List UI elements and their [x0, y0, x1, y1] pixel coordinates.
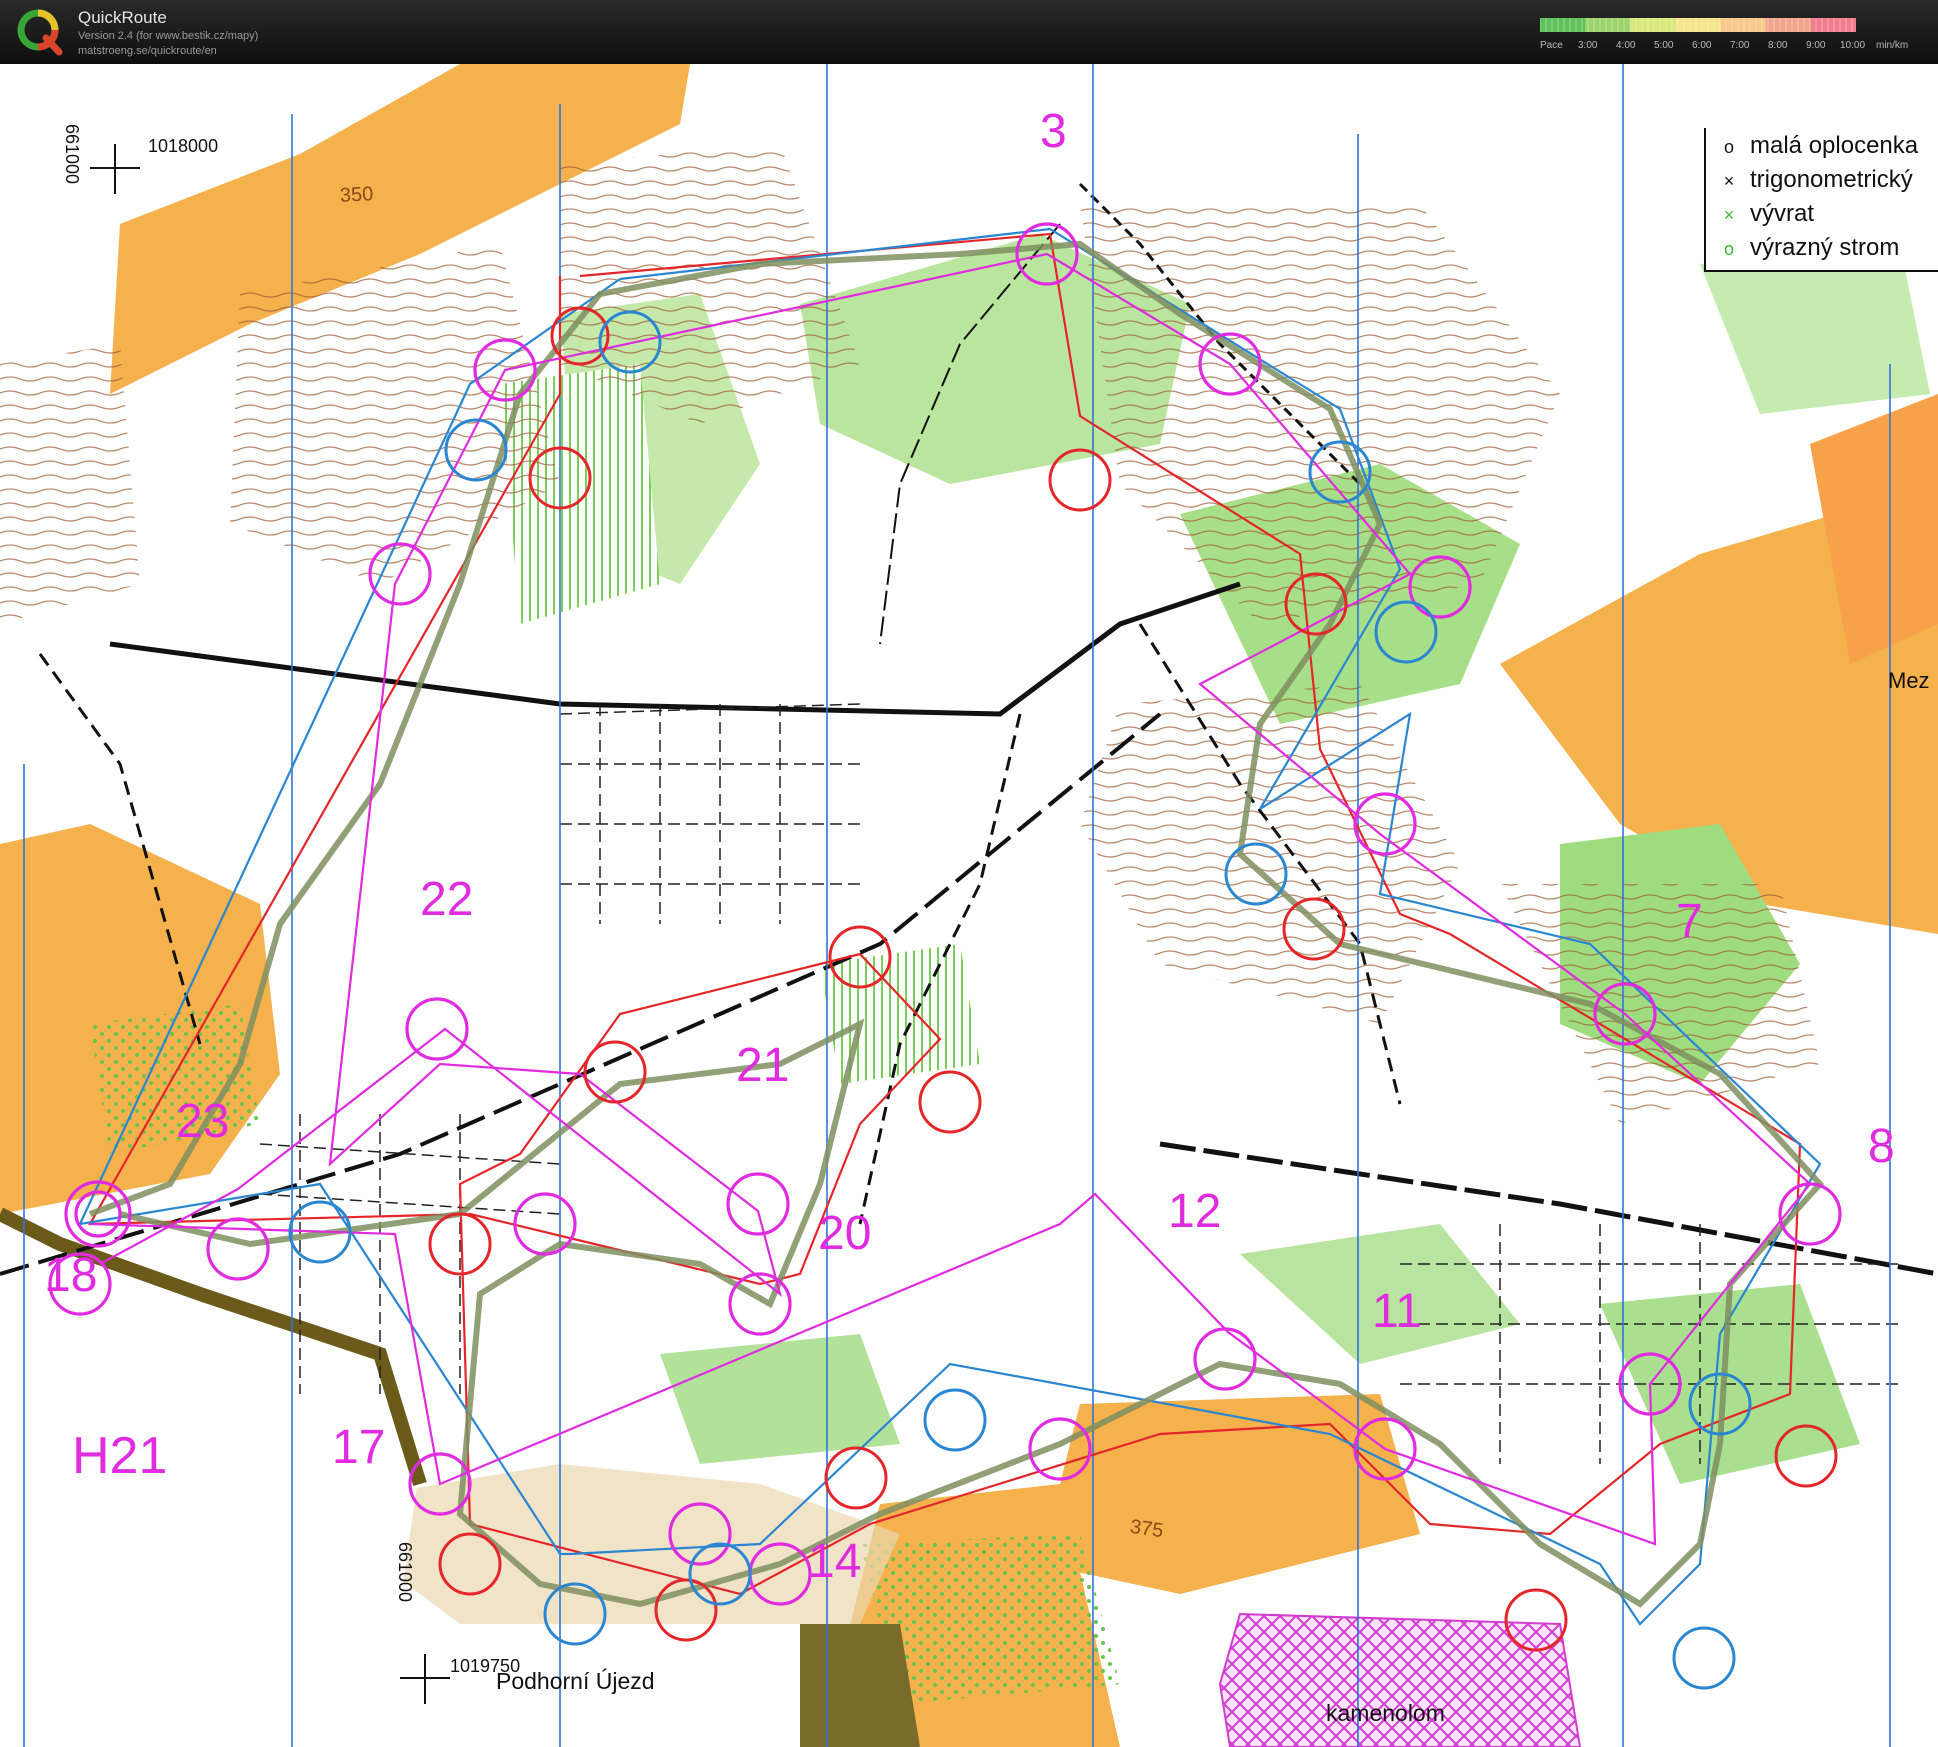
title-bar: QuickRoute Version 2.4 (for www.bestik.c… [0, 0, 1938, 64]
control-number: 23 [176, 1095, 230, 1148]
app-name: QuickRoute [78, 8, 167, 27]
app-url: matstroeng.se/quickroute/en [78, 45, 217, 57]
pace-tick: 6:00 [1692, 40, 1712, 51]
contour-label-375: 375 [1128, 1515, 1165, 1543]
legend-item: × trigonometrický [1718, 166, 1913, 196]
map-graphics [0, 64, 1938, 1747]
pace-tick: 9:00 [1806, 40, 1826, 51]
orienteering-map[interactable]: H21 Podhorní Újezd kamenolom Mez 350 375… [0, 64, 1938, 1747]
control-number: 18 [44, 1249, 98, 1302]
quickroute-window: QuickRoute Version 2.4 (for www.bestik.c… [0, 0, 1938, 1747]
pace-tick: 3:00 [1578, 40, 1598, 51]
control-number: 3 [1040, 105, 1067, 158]
control-number: 17 [332, 1421, 386, 1474]
coordinate-label: 1018000 [148, 136, 219, 156]
course-name: H21 [72, 1427, 168, 1485]
pace-tick: 10:00 [1840, 40, 1866, 51]
distinct-tree-icon: o [1723, 239, 1734, 259]
small-enclosure-icon: o [1723, 137, 1734, 157]
control-number: 11 [1372, 1285, 1422, 1338]
control-number: 21 [736, 1039, 790, 1092]
pace-label: Pace [1540, 40, 1563, 51]
coordinate-label: 1019750 [450, 1656, 521, 1676]
legend-item: × vývrat [1718, 200, 1814, 230]
place-name-mez: Mez [1888, 668, 1930, 693]
pace-tick: 5:00 [1654, 40, 1674, 51]
coordinate-label: 661000 [62, 124, 82, 185]
control-number: 12 [1168, 1185, 1222, 1238]
map-legend: o malá oplocenka × trigonometrický × vývrat… [1704, 128, 1938, 272]
coordinate-label: 661000 [395, 1542, 415, 1603]
trig-point-icon: × [1723, 171, 1735, 191]
pace-color-segment [1720, 18, 1767, 32]
contour-label-350: 350 [339, 183, 374, 207]
control-number: 7 [1676, 895, 1703, 948]
legend-item: o malá oplocenka [1718, 132, 1918, 162]
pace-color-segment [1540, 18, 1586, 32]
pace-color-segment [1810, 18, 1856, 32]
pace-unit: min/km [1876, 40, 1909, 51]
pace-tick: 7:00 [1730, 40, 1750, 51]
control-number: 20 [818, 1207, 872, 1260]
quickroute-logo-icon [17, 9, 63, 56]
control-number: 8 [1868, 1120, 1895, 1173]
legend-item: o výrazný strom [1718, 234, 1899, 264]
control-number: 14 [808, 1535, 862, 1588]
pace-color-segment [1765, 18, 1812, 32]
pace-color-segment [1630, 18, 1676, 32]
pace-tick: 4:00 [1616, 40, 1636, 51]
pace-color-scale [1540, 18, 1856, 32]
control-number: 22 [420, 873, 474, 926]
quarry-area [1218, 1612, 1582, 1747]
pace-tick: 8:00 [1768, 40, 1788, 51]
uprooted-tree-icon: × [1723, 205, 1735, 225]
place-name-kamenolom: kamenolom [1326, 1700, 1445, 1726]
app-version: Version 2.4 (for www.bestik.cz/mapy) [78, 30, 259, 42]
